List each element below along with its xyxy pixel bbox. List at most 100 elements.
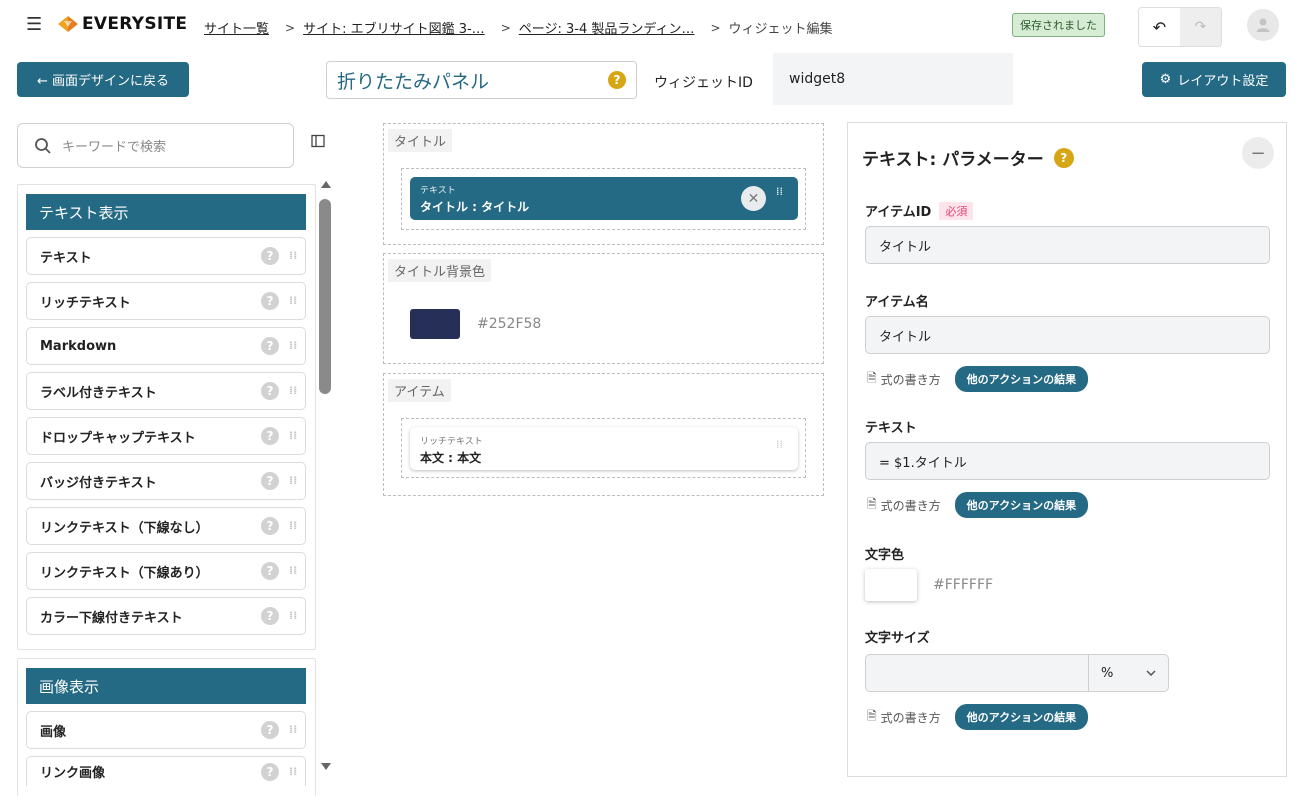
drag-handle-icon[interactable]: ⁞⁞ [289, 565, 297, 576]
sidebar-icon [311, 134, 325, 148]
drag-handle-icon[interactable]: ⁞⁞ [289, 295, 297, 306]
back-to-design-button[interactable]: ← 画面デザインに戻る [17, 62, 189, 97]
drag-handle-icon[interactable]: ⁞⁞ [776, 439, 783, 450]
placed-widget-text[interactable]: テキスト タイトル : タイトル ✕ ⁞⁞ [410, 177, 798, 220]
slot-items[interactable]: アイテム リッチテキスト 本文 : 本文 ⁞⁞ [383, 373, 824, 496]
undo-button[interactable]: ↶ [1139, 8, 1180, 46]
drag-handle-icon[interactable]: ⁞⁞ [289, 340, 297, 351]
component-item[interactable]: カラー下線付きテキスト? ⁞⁞ [26, 597, 306, 635]
help-icon[interactable]: ? [261, 292, 279, 310]
drag-handle-icon[interactable]: ⁞⁞ [776, 186, 783, 197]
component-item[interactable]: ラベル付きテキスト? ⁞⁞ [26, 372, 306, 410]
component-item[interactable]: ドロップキャップテキスト? ⁞⁞ [26, 417, 306, 455]
group-header[interactable]: 画像表示 [26, 668, 306, 704]
drag-handle-icon[interactable]: ⁞⁞ [289, 250, 297, 261]
drag-handle-icon[interactable]: ⁞⁞ [289, 766, 297, 777]
color-swatch[interactable] [410, 309, 460, 339]
scrollbar-thumb[interactable] [319, 199, 331, 394]
redo-icon: ↷ [1194, 19, 1207, 35]
breadcrumb-site[interactable]: サイト: エブリサイト図鑑 3-… [303, 18, 485, 37]
panel-toggle-button[interactable] [307, 130, 329, 152]
formula-help-text: 式の書き方 [880, 498, 941, 513]
component-item[interactable]: リンク画像? ⁞⁞ [26, 756, 306, 786]
color-value: #252F58 [477, 316, 542, 332]
search-placeholder: キーワードで検索 [62, 140, 167, 155]
font-size-unit-select[interactable]: % [1088, 654, 1169, 692]
widget-name-field[interactable]: 折りたたみパネル ? [326, 61, 637, 99]
breadcrumb-separator: > [710, 20, 721, 35]
action-result-button[interactable]: 他のアクションの結果 [954, 492, 1089, 518]
breadcrumb-page[interactable]: ページ: 3-4 製品ランディン… [519, 18, 695, 37]
remove-icon[interactable]: ✕ [741, 186, 766, 211]
help-icon[interactable]: ? [261, 247, 279, 265]
drag-handle-icon[interactable]: ⁞⁞ [289, 610, 297, 621]
menu-icon[interactable]: ☰ [26, 14, 42, 35]
formula-row: 🗎 式の書き方 他のアクションの結果 [867, 492, 1089, 518]
help-icon[interactable]: ? [261, 427, 279, 445]
text-input[interactable]: = $1.タイトル [865, 442, 1270, 480]
widget-item-label: タイトル : タイトル [420, 200, 530, 214]
document-icon: 🗎 [867, 708, 877, 723]
action-result-button[interactable]: 他のアクションの結果 [954, 366, 1089, 392]
item-id-input[interactable]: タイトル [865, 226, 1270, 264]
help-icon[interactable]: ? [261, 382, 279, 400]
formula-help-text: 式の書き方 [880, 710, 941, 725]
breadcrumb-sites[interactable]: サイト一覧 [204, 18, 269, 37]
help-icon[interactable]: ? [261, 517, 279, 535]
drag-handle-icon[interactable]: ⁞⁞ [289, 385, 297, 396]
slot-label: アイテム [388, 379, 451, 402]
component-item[interactable]: リンクテキスト（下線なし）? ⁞⁞ [26, 507, 306, 545]
component-item[interactable]: テキスト? ⁞⁞ [26, 237, 306, 275]
text-color-swatch[interactable] [865, 569, 917, 601]
formula-help-link[interactable]: 🗎 式の書き方 [867, 707, 941, 728]
slot-label: タイトル [388, 129, 453, 152]
redo-button[interactable]: ↷ [1180, 8, 1221, 46]
component-item[interactable]: Markdown? ⁞⁞ [26, 327, 306, 365]
collapse-button[interactable]: − [1242, 137, 1274, 169]
help-icon[interactable]: ? [261, 721, 279, 739]
item-name-input[interactable]: タイトル [865, 316, 1270, 354]
component-label: バッジ付きテキスト [40, 475, 157, 491]
drag-handle-icon[interactable]: ⁞⁞ [289, 520, 297, 531]
component-label: ラベル付きテキスト [40, 385, 157, 401]
action-result-button[interactable]: 他のアクションの結果 [954, 704, 1089, 730]
component-item[interactable]: リッチテキスト? ⁞⁞ [26, 282, 306, 320]
help-icon[interactable]: ? [261, 607, 279, 625]
help-icon[interactable]: ? [1053, 147, 1074, 168]
drag-handle-icon[interactable]: ⁞⁞ [289, 724, 297, 735]
component-label: リンク画像 [40, 766, 106, 781]
layout-settings-button[interactable]: ⚙ レイアウト設定 [1142, 62, 1286, 97]
item-id-label: アイテムID 必須 [865, 201, 974, 220]
parameter-panel: テキスト: パラメーター ? − アイテムID 必須 タイトル アイテム名 タイ… [847, 122, 1287, 777]
widget-type-label: リッチテキスト [420, 437, 483, 447]
help-icon[interactable]: ? [261, 472, 279, 490]
slot-title[interactable]: タイトル テキスト タイトル : タイトル ✕ ⁞⁞ [383, 123, 824, 245]
required-badge: 必須 [939, 201, 974, 220]
group-header[interactable]: テキスト表示 [26, 194, 306, 230]
logo-text: EVERYSITE [82, 14, 188, 34]
component-search-input[interactable]: キーワードで検索 [17, 123, 294, 168]
logo[interactable]: EVERYSITE [58, 13, 187, 35]
gear-icon: ⚙ [1159, 72, 1172, 87]
help-icon[interactable]: ? [261, 337, 279, 355]
slot-title-bg-color[interactable]: タイトル背景色 #252F58 [383, 253, 824, 364]
text-color-value: #FFFFFF [933, 577, 994, 593]
logo-mark-icon [58, 13, 78, 35]
help-icon[interactable]: ? [261, 562, 279, 580]
help-icon[interactable]: ? [608, 71, 626, 89]
component-label: Markdown [40, 338, 117, 354]
formula-help-link[interactable]: 🗎 式の書き方 [867, 495, 941, 516]
formula-help-link[interactable]: 🗎 式の書き方 [867, 369, 941, 390]
saved-status-badge: 保存されました [1012, 13, 1105, 37]
component-item[interactable]: 画像? ⁞⁞ [26, 711, 306, 749]
help-icon[interactable]: ? [261, 762, 279, 781]
component-item[interactable]: バッジ付きテキスト? ⁞⁞ [26, 462, 306, 500]
avatar[interactable] [1247, 9, 1279, 41]
drag-handle-icon[interactable]: ⁞⁞ [289, 475, 297, 486]
component-label: テキスト [40, 250, 92, 266]
font-size-label: 文字サイズ [865, 631, 930, 646]
placed-widget-richtext[interactable]: リッチテキスト 本文 : 本文 ⁞⁞ [410, 427, 798, 470]
drag-handle-icon[interactable]: ⁞⁞ [289, 430, 297, 441]
component-item[interactable]: リンクテキスト（下線あり）? ⁞⁞ [26, 552, 306, 590]
font-size-input[interactable] [865, 654, 1089, 692]
